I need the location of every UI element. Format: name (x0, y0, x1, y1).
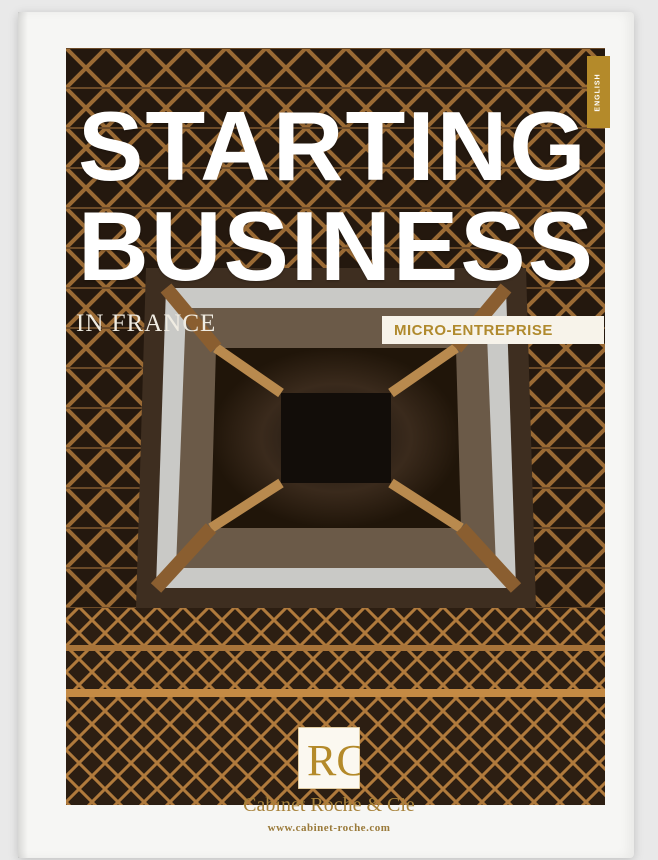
language-tab: ENGLISH (587, 56, 610, 128)
title-line-2: BUSINESS (78, 191, 596, 301)
eiffel-tower-photo: STARTING BUSINESS IN FRANCE MICRO-ENTREP… (66, 48, 605, 805)
spine-shadow (18, 12, 28, 858)
rc-logo: RC (297, 726, 366, 790)
subtitle: IN FRANCE (76, 310, 217, 337)
language-tab-label: ENGLISH (595, 72, 602, 112)
publisher-website: www.cabinet-roche.com (267, 822, 391, 834)
title-line-1: STARTING (78, 91, 588, 201)
publisher-name: Cabinet Roche & Cie (243, 794, 415, 816)
micro-entreprise-badge: MICRO-ENTREPRISE (382, 316, 604, 344)
logo-letters: RC (307, 736, 360, 785)
rc-monogram-icon: RC (297, 726, 366, 790)
